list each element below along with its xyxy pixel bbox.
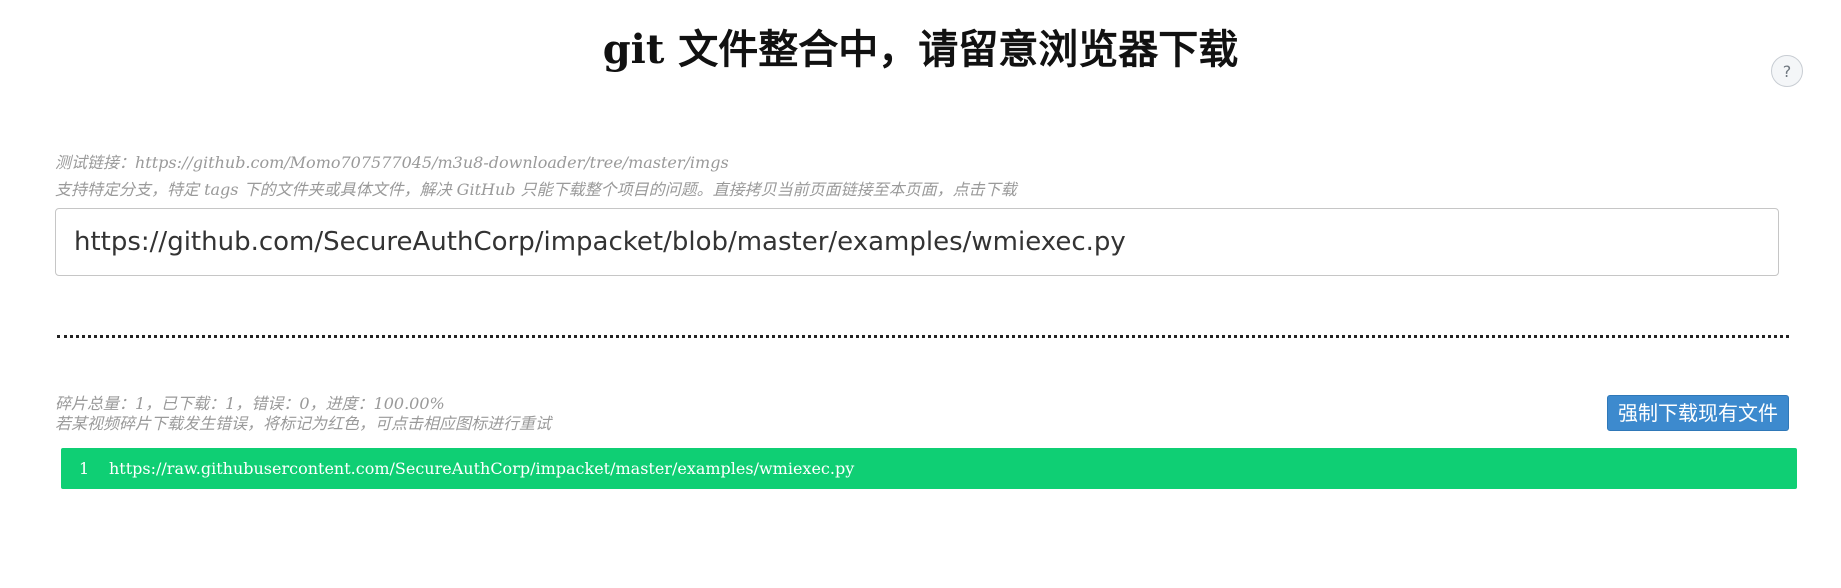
force-download-button[interactable]: 强制下载现有文件	[1607, 395, 1789, 431]
file-index: 1	[79, 459, 90, 478]
file-list-item[interactable]: 1 https://raw.githubusercontent.com/Secu…	[61, 448, 1797, 489]
test-link-hint: 测试链接：https://github.com/Momo707577045/m3…	[55, 153, 729, 172]
file-url: https://raw.githubusercontent.com/Secure…	[109, 459, 855, 478]
page-title: git 文件整合中，请留意浏览器下载	[602, 26, 1239, 73]
help-button[interactable]: ?	[1771, 55, 1803, 87]
dotted-divider	[57, 335, 1789, 338]
download-progress-summary: 碎片总量：1，已下载：1，错误：0，进度：100.00%	[55, 394, 445, 413]
error-retry-hint: 若某视频碎片下载发生错误，将标记为红色，可点击相应图标进行重试	[55, 414, 552, 433]
github-url-input[interactable]	[55, 208, 1779, 276]
usage-description: 支持特定分支，特定 tags 下的文件夹或具体文件，解决 GitHub 只能下载…	[55, 180, 1017, 199]
